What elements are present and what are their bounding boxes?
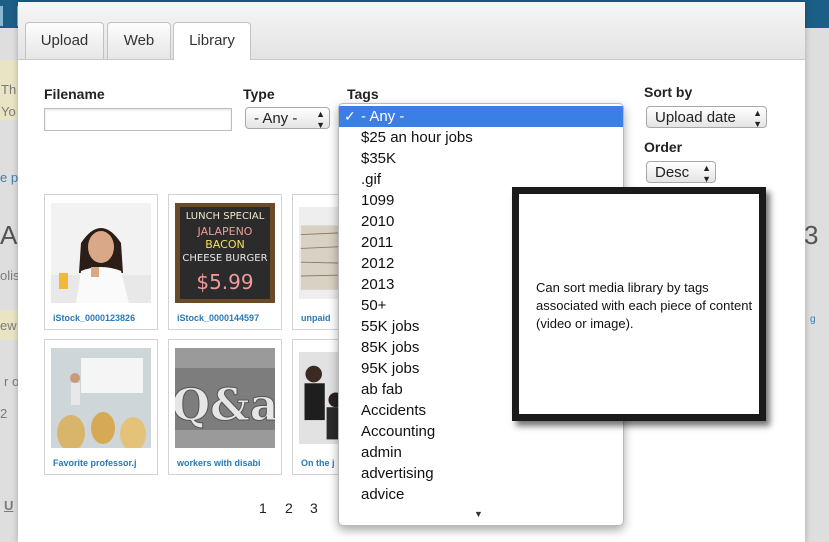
type-label: Type bbox=[243, 86, 275, 102]
tags-option[interactable]: advice bbox=[339, 484, 623, 505]
qa-letterpress-image: Q&a bbox=[175, 348, 275, 448]
thumbnail-caption: iStock_0000144597 bbox=[177, 313, 260, 323]
thumbnail-caption: iStock_0000123826 bbox=[53, 313, 136, 323]
select-arrows-icon: ▲ ▼ bbox=[702, 163, 711, 184]
pager-page-3[interactable]: 3 bbox=[310, 500, 318, 516]
type-select-value: - Any - bbox=[254, 110, 298, 127]
media-thumbnail[interactable]: Q&a workers with disabi bbox=[168, 339, 282, 475]
type-select[interactable]: - Any - ▲ ▼ bbox=[245, 107, 330, 130]
svg-text:$5.99: $5.99 bbox=[196, 270, 253, 294]
tab-bar: Upload Web Library bbox=[18, 2, 805, 60]
background-text: olis bbox=[0, 268, 20, 283]
checkmark-icon: ✓ bbox=[344, 108, 356, 124]
background-text: ew bbox=[0, 318, 17, 333]
background-text: U bbox=[4, 498, 14, 513]
select-arrows-icon: ▲ ▼ bbox=[316, 109, 325, 130]
pager-page-2[interactable]: 2 bbox=[285, 500, 293, 516]
tags-label: Tags bbox=[347, 86, 379, 102]
svg-text:BACON: BACON bbox=[205, 238, 244, 251]
thumbnail-caption: workers with disabi bbox=[177, 458, 261, 468]
woman-at-desk-image bbox=[51, 203, 151, 303]
svg-text:JALAPENO: JALAPENO bbox=[197, 225, 253, 238]
tab-web[interactable]: Web bbox=[107, 22, 171, 59]
media-thumbnail[interactable]: LUNCH SPECIAL JALAPENO BACON CHEESE BURG… bbox=[168, 194, 282, 330]
order-label: Order bbox=[644, 139, 683, 155]
tab-upload[interactable]: Upload bbox=[25, 22, 104, 59]
thumbnail-caption: On the j bbox=[301, 458, 335, 468]
tags-option[interactable]: ✓ - Any - bbox=[339, 106, 623, 127]
pager-page-1[interactable]: 1 bbox=[259, 500, 267, 516]
background-heading: A bbox=[0, 220, 18, 250]
scroll-down-arrow-icon[interactable]: ▼ bbox=[474, 509, 483, 519]
callout-text: Can sort media library by tags associate… bbox=[536, 280, 753, 331]
media-thumbnail[interactable]: iStock_0000123826 bbox=[44, 194, 158, 330]
tags-option[interactable]: $35K bbox=[339, 148, 623, 169]
lunch-special-chalkboard-image: LUNCH SPECIAL JALAPENO BACON CHEESE BURG… bbox=[175, 203, 275, 303]
tags-option[interactable]: advertising bbox=[339, 463, 623, 484]
order-select[interactable]: Desc ▲ ▼ bbox=[646, 161, 716, 184]
background-text: Yo bbox=[1, 104, 16, 119]
lecture-hall-image bbox=[51, 348, 151, 448]
background-text: 2 bbox=[0, 406, 8, 421]
thumbnail-caption: Favorite professor.j bbox=[53, 458, 137, 468]
select-arrows-icon: ▲ ▼ bbox=[753, 108, 762, 129]
tags-option[interactable]: admin bbox=[339, 442, 623, 463]
tags-option[interactable]: Accounting bbox=[339, 421, 623, 442]
background-link: g bbox=[810, 314, 816, 325]
background-text: r o bbox=[4, 374, 20, 389]
svg-text:LUNCH SPECIAL: LUNCH SPECIAL bbox=[186, 211, 265, 222]
sortby-select-value: Upload date bbox=[655, 109, 736, 126]
tab-library[interactable]: Library bbox=[173, 22, 251, 60]
filename-input[interactable] bbox=[44, 108, 232, 131]
background-link: e p bbox=[0, 170, 19, 185]
svg-text:Q&a: Q&a bbox=[175, 380, 275, 431]
sortby-select[interactable]: Upload date ▲ ▼ bbox=[646, 106, 767, 129]
annotation-callout: Can sort media library by tags associate… bbox=[512, 187, 766, 421]
thumbnail-caption: unpaid bbox=[301, 313, 331, 323]
background-text: Th bbox=[1, 82, 17, 97]
background-heading: 3 bbox=[804, 220, 819, 250]
filename-label: Filename bbox=[44, 86, 105, 102]
order-select-value: Desc bbox=[655, 164, 690, 181]
media-thumbnail[interactable]: Favorite professor.j bbox=[44, 339, 158, 475]
svg-text:CHEESE BURGER: CHEESE BURGER bbox=[182, 253, 267, 264]
tags-option[interactable]: $25 an hour jobs bbox=[339, 127, 623, 148]
sortby-label: Sort by bbox=[644, 84, 693, 100]
